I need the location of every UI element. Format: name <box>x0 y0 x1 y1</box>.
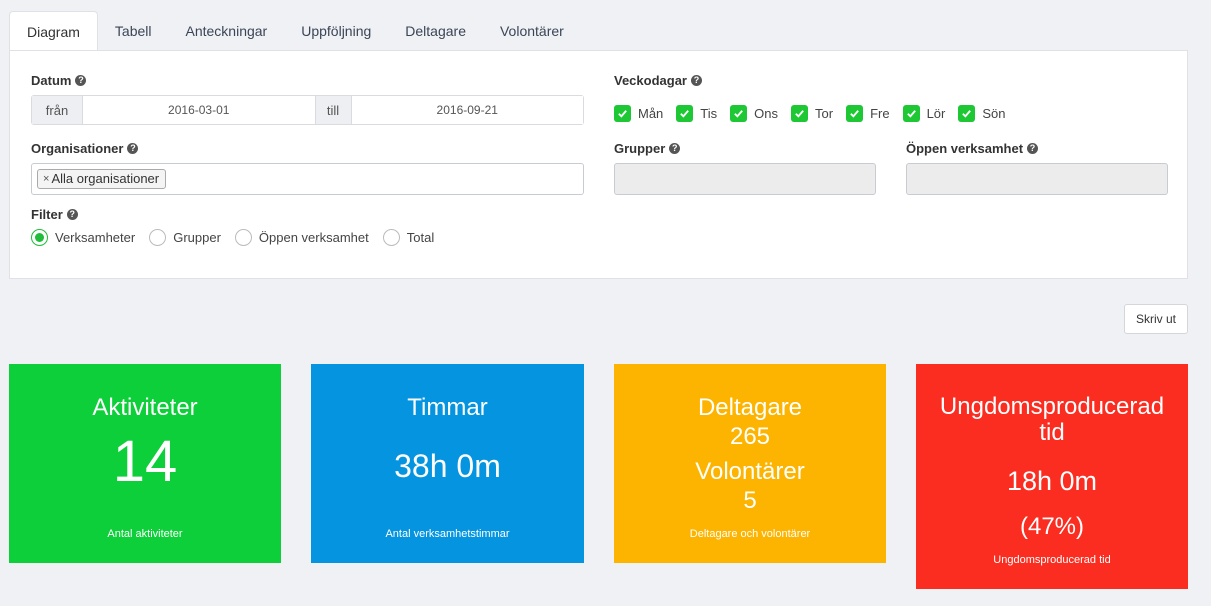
weekday-label: Sön <box>982 106 1006 121</box>
filter-radio-group: Verksamheter Grupper Öppen verksamhet To… <box>31 229 448 246</box>
help-icon[interactable]: ? <box>127 143 139 154</box>
tab-deltagare[interactable]: Deltagare <box>388 11 483 51</box>
card-title: Aktiviteter <box>92 394 198 421</box>
tab-anteckningar[interactable]: Anteckningar <box>169 11 285 51</box>
card-footer: Ungdomsproducerad tid <box>993 554 1111 566</box>
checkbox-checked-icon[interactable] <box>902 105 920 122</box>
date-label: Datum <box>31 73 72 88</box>
tab-volontarer[interactable]: Volontärer <box>483 11 581 51</box>
checkbox-checked-icon[interactable] <box>958 105 976 122</box>
help-icon[interactable]: ? <box>75 75 87 86</box>
help-icon[interactable]: ? <box>691 75 702 86</box>
groups-label-group: Grupper ? <box>614 141 681 156</box>
open-activity-select[interactable] <box>906 163 1168 195</box>
card-participants: Deltagare 265 Volontärer 5 Deltagare och… <box>614 364 886 563</box>
card-title: Timmar <box>407 394 488 421</box>
card-title-volunteers: Volontärer <box>695 458 805 485</box>
date-label-group: Datum ? <box>31 73 87 88</box>
organisation-token: × Alla organisationer <box>37 169 167 189</box>
date-to-input[interactable] <box>351 96 583 124</box>
radio-verksamheter[interactable]: Verksamheter <box>31 229 135 246</box>
radio-label: Total <box>406 230 435 245</box>
help-icon[interactable]: ? <box>66 209 78 220</box>
weekday-checkbox-son[interactable]: Sön <box>958 105 1006 122</box>
remove-token-icon[interactable]: × <box>43 170 49 188</box>
help-icon[interactable]: ? <box>1027 143 1039 154</box>
open-activity-label: Öppen verksamhet <box>906 141 1024 156</box>
checkbox-checked-icon[interactable] <box>846 105 864 122</box>
organisations-select[interactable]: × Alla organisationer <box>31 163 584 195</box>
radio-label: Grupper <box>173 230 221 245</box>
radio-unselected-icon[interactable] <box>382 229 400 246</box>
print-button[interactable]: Skriv ut <box>1124 304 1188 334</box>
card-hours: Timmar 38h 0m Antal verksamhetstimmar <box>311 364 584 563</box>
help-icon[interactable]: ? <box>669 143 681 154</box>
date-range: från till <box>31 95 584 125</box>
radio-total[interactable]: Total <box>382 229 435 246</box>
checkbox-checked-icon[interactable] <box>676 105 694 122</box>
radio-oppen-verksamhet[interactable]: Öppen verksamhet <box>234 229 369 246</box>
weekday-label: Tis <box>700 106 718 121</box>
weekdays-label: Veckodagar <box>614 73 687 88</box>
card-value: 265 <box>729 423 771 450</box>
checkbox-checked-icon[interactable] <box>614 105 631 122</box>
radio-grupper[interactable]: Grupper <box>149 229 221 246</box>
weekday-label: Lör <box>926 106 946 121</box>
weekday-label: Mån <box>638 106 664 121</box>
organisations-label-group: Organisationer ? <box>31 141 139 156</box>
weekday-checkbox-fre[interactable]: Fre <box>846 105 890 122</box>
organisations-label: Organisationer <box>31 141 124 156</box>
tab-uppfoljning[interactable]: Uppföljning <box>284 11 388 51</box>
card-value: 38h 0m <box>394 448 501 484</box>
weekday-checkbox-lor[interactable]: Lör <box>902 105 946 122</box>
checkbox-checked-icon[interactable] <box>791 105 808 122</box>
date-from-input[interactable] <box>83 96 315 124</box>
radio-label: Verksamheter <box>55 230 136 245</box>
organisation-token-label: Alla organisationer <box>51 171 160 186</box>
filter-panel: Datum ? från till Veckodagar ? Mån Tis O… <box>9 50 1188 279</box>
card-activities: Aktiviteter 14 Antal aktiviteter <box>9 364 281 563</box>
radio-selected-icon[interactable] <box>31 229 48 246</box>
date-from-label: från <box>32 96 83 124</box>
radio-unselected-icon[interactable] <box>234 229 252 246</box>
weekday-label: Fre <box>870 106 890 121</box>
tab-bar: Diagram Tabell Anteckningar Uppföljning … <box>9 11 581 52</box>
card-youth-time: Ungdomsproducerad tid 18h 0m (47%) Ungdo… <box>916 364 1188 589</box>
tab-diagram[interactable]: Diagram <box>9 11 98 52</box>
weekday-label: Ons <box>754 106 778 121</box>
weekday-checkbox-tor[interactable]: Tor <box>791 105 833 122</box>
date-to-label: till <box>314 96 352 124</box>
radio-unselected-icon[interactable] <box>149 229 167 246</box>
checkbox-checked-icon[interactable] <box>730 105 748 122</box>
card-value-volunteers: 5 <box>743 487 757 514</box>
card-title: Deltagare <box>697 394 803 421</box>
card-footer: Antal aktiviteter <box>107 528 183 540</box>
groups-select[interactable] <box>614 163 876 195</box>
tab-tabell[interactable]: Tabell <box>98 11 169 51</box>
weekdays-label-group: Veckodagar ? <box>614 73 702 88</box>
filter-label: Filter <box>31 207 63 222</box>
card-title: Ungdomsproducerad <box>939 393 1165 420</box>
groups-label: Grupper <box>614 141 666 156</box>
weekday-checkbox-tis[interactable]: Tis <box>676 105 717 122</box>
card-title-line2: tid <box>1039 419 1065 446</box>
card-percent: (47%) <box>1019 513 1085 540</box>
card-value: 18h 0m <box>1006 466 1098 496</box>
card-footer: Deltagare och volontärer <box>689 528 811 540</box>
weekday-checkboxes: Mån Tis Ons Tor Fre Lör Sön <box>614 105 1019 122</box>
radio-label: Öppen verksamhet <box>258 230 369 245</box>
card-footer: Antal verksamhetstimmar <box>385 528 510 540</box>
weekday-label: Tor <box>815 106 834 121</box>
weekday-checkbox-ons[interactable]: Ons <box>730 105 778 122</box>
card-value: 14 <box>112 429 178 494</box>
filter-label-group: Filter ? <box>31 207 78 222</box>
open-activity-label-group: Öppen verksamhet ? <box>906 141 1039 156</box>
weekday-checkbox-man[interactable]: Mån <box>614 105 663 122</box>
